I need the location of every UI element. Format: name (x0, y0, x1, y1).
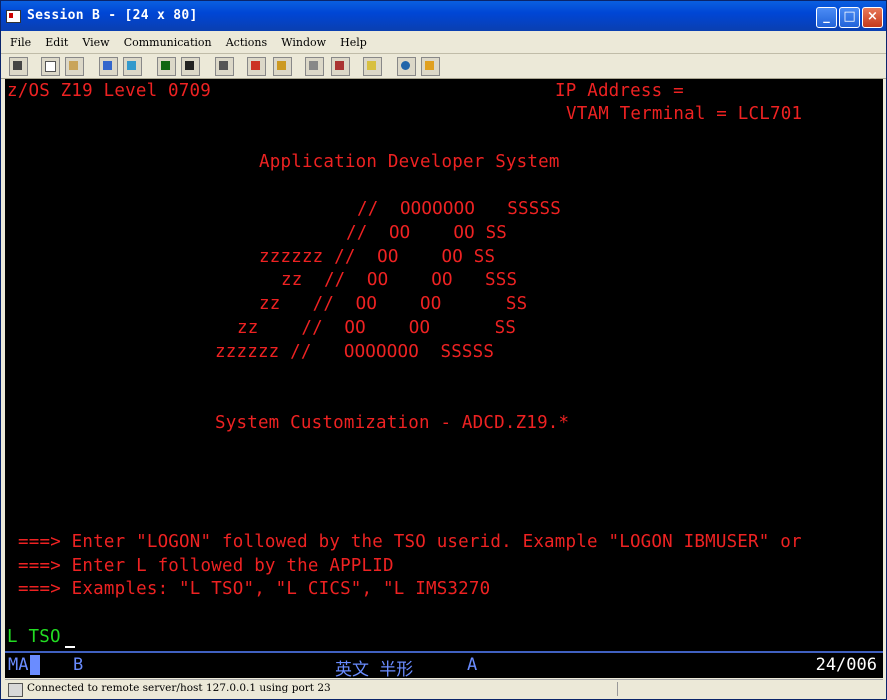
title-bar[interactable]: Session B - [24 x 80] _ □ × (1, 1, 886, 31)
close-button[interactable]: × (862, 7, 883, 28)
macro-record-icon[interactable] (215, 57, 234, 76)
status-divider (617, 682, 618, 696)
logo-line-4: zz // OO OO SSS (281, 270, 518, 290)
ip-address-label: IP Address = (555, 81, 684, 101)
logo-line-1: // OOOOOOO SSSSS (357, 199, 561, 219)
menu-bar: File Edit View Communication Actions Win… (1, 31, 886, 54)
instruction-line-3: ===> Examples: "L TSO", "L CICS", "L IMS… (18, 579, 491, 599)
paste-icon[interactable] (65, 57, 84, 76)
text-cursor (65, 646, 75, 648)
mode-indicator: A (467, 655, 478, 675)
system-name-heading: Application Developer System (259, 152, 560, 172)
ime-indicator: 英文 半形 (335, 660, 414, 680)
macro-stop-icon[interactable] (273, 57, 292, 76)
ma-block (30, 655, 40, 675)
copy-icon[interactable] (41, 57, 60, 76)
connection-icon (8, 683, 23, 697)
display-icon[interactable] (157, 57, 176, 76)
connection-status: Connected to remote server/host 127.0.0.… (27, 682, 331, 694)
emulator-window: Session B - [24 x 80] _ □ × File Edit Vi… (0, 0, 887, 700)
transfer-send-icon[interactable] (305, 57, 324, 76)
transfer-receive-icon[interactable] (331, 57, 350, 76)
command-input[interactable]: L TSO (7, 627, 61, 647)
receive-icon[interactable] (123, 57, 142, 76)
logo-line-5: zz // OO OO SS (259, 294, 528, 314)
help-icon[interactable] (421, 57, 440, 76)
menu-file[interactable]: File (10, 36, 31, 49)
logo-line-7: zzzzzz // OOOOOOO SSSSS (215, 342, 495, 362)
cursor-position: 24/006 (815, 655, 877, 675)
system-level-text: z/OS Z19 Level 0709 (7, 81, 211, 101)
macro-play-icon[interactable] (247, 57, 266, 76)
maximize-button[interactable]: □ (839, 7, 860, 28)
logo-line-3: zzzzzz // OO OO SS (259, 247, 496, 267)
clipboard-icon[interactable] (363, 57, 382, 76)
terminal-screen[interactable]: z/OS Z19 Level 0709 IP Address = VTAM Te… (5, 79, 883, 651)
session-icon[interactable] (6, 10, 21, 23)
operator-info-area: MA B 英文 半形 A 24/006 (5, 651, 883, 680)
menu-help[interactable]: Help (340, 36, 367, 49)
keypad-icon[interactable] (181, 57, 200, 76)
status-bar: Connected to remote server/host 127.0.0.… (5, 679, 883, 698)
vtam-terminal-label: VTAM Terminal = LCL701 (566, 104, 803, 124)
instruction-line-2: ===> Enter L followed by the APPLID (18, 556, 394, 576)
ma-indicator: MA (8, 655, 40, 675)
ma-text: MA (8, 655, 29, 675)
menu-communication[interactable]: Communication (124, 36, 212, 49)
session-letter: B (73, 655, 84, 675)
menu-view[interactable]: View (82, 36, 109, 49)
menu-window[interactable]: Window (281, 36, 326, 49)
window-title: Session B - [24 x 80] (27, 8, 198, 23)
print-screen-icon[interactable] (9, 57, 28, 76)
toolbar (1, 54, 886, 79)
menu-actions[interactable]: Actions (226, 36, 267, 49)
logo-line-2: // OO OO SS (346, 223, 508, 243)
web-icon[interactable] (397, 57, 416, 76)
minimize-button[interactable]: _ (816, 7, 837, 28)
menu-edit[interactable]: Edit (45, 36, 68, 49)
instruction-line-1: ===> Enter "LOGON" followed by the TSO u… (18, 532, 802, 552)
customization-text: System Customization - ADCD.Z19.* (215, 413, 570, 433)
send-icon[interactable] (99, 57, 118, 76)
logo-line-6: zz // OO OO SS (237, 318, 517, 338)
